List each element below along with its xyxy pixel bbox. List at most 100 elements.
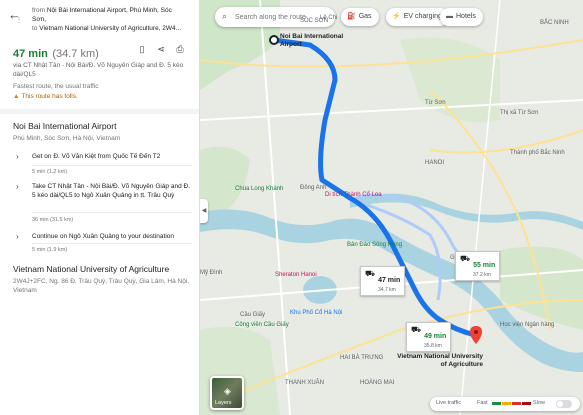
- poi-label[interactable]: Di tích Thành Cổ Loa: [325, 192, 382, 198]
- gas-chip-label: Gas: [358, 13, 372, 20]
- to-text: Vietnam National University of Agricultu…: [39, 25, 182, 32]
- origin-block: Noi Bai International Airport Phú Minh, …: [13, 121, 193, 143]
- origin-address: Phú Minh, Sóc Sơn, Hà Nội, Vietnam: [13, 135, 121, 142]
- ev-chip-label: EV charging: [403, 13, 442, 20]
- map-view[interactable]: ◀ ⌕ ⛽Gas ⚡EV charging ▬Hotels Noi Bai In…: [200, 0, 583, 415]
- from-text: Nội Bài International Airport, Phú Minh,…: [46, 7, 172, 14]
- poi-label[interactable]: Bản Đảo Sông Hồng: [347, 242, 402, 248]
- callout-time: 49 min: [424, 333, 447, 340]
- layers-button[interactable]: ◈ Layers: [210, 376, 244, 410]
- place-label: HOÀNG MAI: [360, 380, 395, 386]
- send-to-phone-icon[interactable]: ▯: [137, 44, 147, 54]
- step-divider: [32, 165, 192, 166]
- place-label: Mỹ Đình: [200, 270, 223, 276]
- place-label: Thị xã Từ Sơn: [500, 110, 539, 116]
- route-header: ← ⋮ from Nội Bài International Airport, …: [0, 0, 199, 36]
- route-distance: (34.7 km): [52, 48, 99, 60]
- airport-label[interactable]: Noi Bai International Airport: [280, 33, 352, 49]
- to-prefix: to: [32, 25, 38, 32]
- search-along-route[interactable]: ⌕: [215, 7, 335, 27]
- route-endpoints[interactable]: from Nội Bài International Airport, Phú …: [32, 6, 192, 33]
- print-icon[interactable]: ⎙: [175, 44, 185, 54]
- step-text: Take CT Nhật Tân - Nội Bài/Đ. Võ Nguyên …: [32, 183, 191, 199]
- section-divider: [0, 109, 199, 114]
- step-divider: [32, 243, 192, 244]
- tolls-text: This route has tolls.: [21, 93, 78, 100]
- place-label: THANH XUÂN: [285, 380, 325, 386]
- destination-address: 2W4J+2FC, Ng. 86 Đ. Trâu Quỳ, Trâu Quỳ, …: [13, 278, 190, 294]
- route-summary: 47 min (34.7 km) ▯ ⋖ ⎙ via CT Nhật Tân -…: [13, 44, 193, 101]
- route-tolls-note: ▲ This route has tolls.: [13, 93, 193, 101]
- callout-distance: 34.7 km: [378, 287, 396, 293]
- route-via: via CT Nhật Tân - Nội Bài/Đ. Võ Nguyên G…: [13, 62, 184, 78]
- place-label: Từ Sơn: [425, 100, 446, 106]
- poi-label[interactable]: Chùa Long Khánh: [235, 186, 283, 192]
- route-callout[interactable]: ⛟55 min 37.2 km: [455, 251, 501, 281]
- step-meta: 36 min (31.5 km): [32, 217, 74, 223]
- poi-label[interactable]: Sheraton Hanoi: [275, 272, 317, 278]
- legend-slow-label: Slow: [533, 400, 545, 406]
- search-icon: ⌕: [222, 11, 228, 21]
- poi-label[interactable]: Khu Phố Cổ Hà Nội: [290, 310, 342, 316]
- step-text: Get on Đ. Võ Văn Kiệt from Quốc Tế Đến T…: [32, 153, 161, 160]
- origin-name: Noi Bai International Airport: [13, 121, 117, 131]
- place-label: Học viện Ngân hàng: [500, 322, 555, 328]
- gas-station-icon: ⛽: [347, 13, 356, 20]
- route-duration: 47 min: [13, 48, 48, 60]
- destination-label[interactable]: Vietnam National University of Agricultu…: [393, 353, 483, 369]
- car-icon: ⛟: [460, 254, 471, 263]
- poi-label[interactable]: Công viên Cầu Giấy: [235, 322, 289, 328]
- legend-title: Live traffic: [436, 400, 461, 406]
- step-divider: [32, 212, 192, 213]
- directions-panel: ← ⋮ from Nội Bài International Airport, …: [0, 0, 200, 415]
- place-label: Đông Anh: [300, 185, 327, 191]
- gas-chip[interactable]: ⛽ Gas: [341, 8, 379, 26]
- warning-icon: ▲: [13, 93, 20, 100]
- callout-distance: 37.2 km: [473, 272, 491, 278]
- callout-distance: 35.8 km: [424, 343, 442, 349]
- from-text-continued: Sơn,: [32, 16, 47, 23]
- legend-segment: [512, 402, 521, 405]
- legend-segment: [502, 402, 511, 405]
- step-meta: 5 min (1.2 km): [32, 169, 68, 175]
- callout-time: 47 min: [378, 277, 401, 284]
- hotels-chip-label: Hotels: [456, 13, 476, 20]
- layers-icon: ◈: [224, 386, 231, 396]
- car-icon: ⛟: [365, 269, 376, 278]
- collapse-panel-button[interactable]: ◀: [200, 199, 208, 223]
- car-icon: ⛟: [411, 325, 422, 334]
- map-canvas: [200, 0, 583, 415]
- traffic-toggle[interactable]: [556, 400, 572, 408]
- step-text: Continue on Ngô Xuân Quảng to your desti…: [32, 233, 175, 240]
- destination-block: Vietnam National University of Agricultu…: [13, 264, 193, 295]
- share-icon[interactable]: ⋖: [156, 44, 166, 54]
- legend-segment: [492, 402, 501, 405]
- legend-segment: [522, 402, 531, 405]
- route-dots-icon: ⋮: [16, 18, 22, 24]
- hotel-icon: ▬: [446, 13, 453, 20]
- origin-marker-icon[interactable]: [269, 35, 279, 45]
- chevron-right-icon[interactable]: ›: [16, 232, 19, 241]
- callout-time: 55 min: [473, 262, 496, 269]
- route-callout[interactable]: ⛟47 min 34.7 km: [360, 266, 406, 296]
- chevron-right-icon[interactable]: ›: [16, 152, 19, 161]
- layers-label: Layers: [215, 400, 232, 406]
- place-label: Lệ Chi: [320, 15, 338, 21]
- traffic-legend: Live traffic Fast Slow: [430, 397, 580, 411]
- legend-fast-label: Fast: [477, 400, 488, 406]
- ev-charging-icon: ⚡: [392, 13, 401, 20]
- place-label: HAI BÀ TRƯNG: [340, 355, 384, 361]
- place-label: Thành phố Bắc Ninh: [510, 150, 565, 156]
- route-fastest-note: Fastest route, the usual traffic: [13, 83, 99, 90]
- step-meta: 5 min (1.9 km): [32, 247, 68, 253]
- place-label: HANOI: [425, 160, 445, 166]
- chevron-right-icon[interactable]: ›: [16, 182, 19, 191]
- hotels-chip[interactable]: ▬ Hotels: [440, 8, 483, 26]
- destination-name: Vietnam National University of Agricultu…: [13, 264, 170, 274]
- destination-pin-icon[interactable]: [470, 326, 482, 344]
- place-label: Cầu Giấy: [240, 312, 266, 318]
- from-prefix: from: [32, 7, 45, 14]
- route-callout[interactable]: ⛟49 min 35.8 km: [406, 322, 452, 352]
- place-label: BẮC NINH: [540, 20, 569, 26]
- destination-pin-dot: [474, 330, 478, 334]
